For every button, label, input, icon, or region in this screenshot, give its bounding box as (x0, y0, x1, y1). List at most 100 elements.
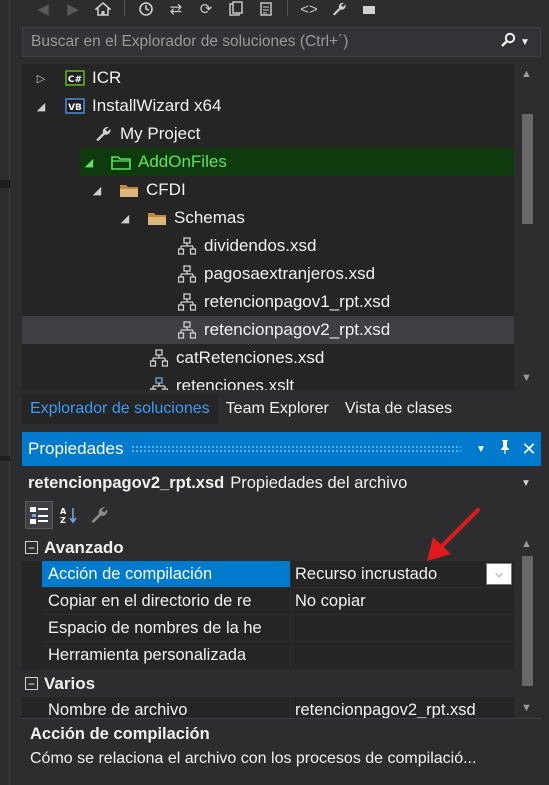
object-name: retencionpagov2_rpt.xsd (28, 473, 225, 492)
svg-text:A: A (60, 507, 67, 516)
property-value[interactable] (290, 642, 514, 669)
property-row[interactable]: Copiar en el directorio de re No copiar (22, 588, 514, 615)
properties-wrench-icon[interactable] (328, 0, 350, 18)
property-row[interactable]: Herramienta personalizada (22, 642, 514, 669)
alphabetical-sort-icon[interactable]: AZ (56, 502, 82, 528)
chevron-down-icon[interactable]: ⌵ (486, 563, 512, 585)
collapse-box-icon[interactable]: − (25, 541, 38, 554)
svg-text:C#: C# (68, 75, 82, 85)
tree-item-dividendos[interactable]: dividendos.xsd (22, 232, 514, 260)
property-value-select[interactable]: Recurso incrustado ⌵ (290, 561, 514, 588)
scroll-down-icon[interactable]: ▼ (521, 702, 532, 714)
toolbar-separator (124, 0, 125, 16)
scroll-up-icon[interactable]: ▲ (521, 538, 532, 550)
tree-item-retencionpagov1[interactable]: retencionpagov1_rpt.xsd (22, 288, 514, 316)
window-position-chevron-icon[interactable]: ▼ (469, 444, 493, 455)
search-icon[interactable] (500, 32, 516, 53)
description-text: Cómo se relaciona el archivo con los pro… (30, 750, 477, 767)
tree-item-retenciones-xslt[interactable]: retenciones.xslt (22, 372, 514, 390)
sync-icon[interactable]: ⇄ (165, 0, 187, 18)
tree-item-pagosaextranjeros[interactable]: pagosaextranjeros.xsd (22, 260, 514, 288)
search-options-chevron-icon[interactable]: ▼ (520, 37, 530, 48)
solution-explorer-toolbar: ◀ ▶ ⇄ ⟳ <> (22, 0, 549, 22)
tree-item-addonfiles[interactable]: ◢ AddOnFiles (80, 148, 514, 176)
xslt-icon (148, 377, 170, 390)
property-description: Acción de compilación Cómo se relaciona … (22, 718, 541, 785)
folder-icon (118, 181, 140, 199)
pin-icon[interactable] (493, 439, 517, 459)
folder-icon (146, 209, 168, 227)
scrollbar-thumb[interactable] (522, 556, 533, 686)
property-value[interactable]: No copiar (290, 588, 514, 615)
forward-icon[interactable]: ▶ (62, 0, 84, 18)
pending-changes-icon[interactable] (135, 0, 157, 18)
search-input[interactable]: Buscar en el Explorador de soluciones (C… (23, 33, 500, 51)
property-label[interactable]: Herramienta personalizada (42, 642, 290, 669)
tree-item-label: retencionpagov2_rpt.xsd (204, 320, 391, 339)
svg-text:Z: Z (60, 516, 66, 525)
collapse-arrow-icon[interactable]: ◢ (118, 212, 132, 225)
property-label[interactable]: Copiar en el directorio de re (42, 588, 290, 615)
object-selector[interactable]: retencionpagov2_rpt.xsd Propiedades del … (22, 468, 541, 498)
property-grid: − Avanzado Acción de compilación Recurso… (22, 534, 514, 718)
tree-item-label: Schemas (174, 208, 245, 227)
property-label[interactable]: Nombre de archivo (42, 697, 290, 719)
collapse-all-icon[interactable] (225, 0, 247, 18)
tab-solution-explorer[interactable]: Explorador de soluciones (22, 394, 218, 424)
vb-project-icon: VB (64, 97, 86, 115)
view-code-icon[interactable]: <> (298, 0, 320, 18)
tree-item-my-project[interactable]: My Project (22, 120, 514, 148)
show-all-files-icon[interactable] (255, 0, 277, 18)
xsd-schema-icon (176, 237, 198, 255)
tree-item-catretenciones[interactable]: catRetenciones.xsd (22, 344, 514, 372)
scroll-up-icon[interactable]: ▲ (521, 68, 532, 80)
tool-window-tabs: Explorador de soluciones Team Explorer V… (22, 392, 541, 424)
back-icon[interactable]: ◀ (32, 0, 54, 18)
xsd-schema-icon (176, 321, 198, 339)
tree-item-label: catRetenciones.xsd (176, 348, 325, 367)
property-row[interactable]: Espacio de nombres de la he (22, 615, 514, 642)
collapse-box-icon[interactable]: − (25, 677, 38, 690)
property-label[interactable]: Espacio de nombres de la he (42, 615, 290, 642)
refresh-icon[interactable]: ⟳ (195, 0, 217, 18)
property-label[interactable]: Acción de compilación (42, 561, 290, 588)
xsd-schema-icon (176, 265, 198, 283)
toolbar-separator (287, 0, 288, 16)
expand-arrow-icon[interactable]: ▷ (34, 72, 48, 85)
collapse-arrow-icon[interactable]: ◢ (82, 156, 96, 169)
tab-class-view[interactable]: Vista de clases (337, 394, 460, 424)
category-avanzado[interactable]: − Avanzado (22, 534, 514, 561)
scroll-down-icon[interactable]: ▼ (521, 372, 532, 384)
object-type: Propiedades del archivo (230, 473, 408, 492)
home-icon[interactable] (92, 0, 114, 18)
tree-item-retencionpagov2[interactable]: retencionpagov2_rpt.xsd (22, 316, 514, 344)
scrollbar-thumb[interactable] (522, 114, 533, 224)
tree-scrollbar[interactable]: ▲ ▼ (514, 64, 541, 390)
category-label: Avanzado (44, 537, 124, 557)
properties-title-bar[interactable]: Propiedades ▼ ✕ (22, 432, 541, 466)
property-value: Recurso incrustado (295, 564, 438, 583)
close-icon[interactable]: ✕ (517, 439, 541, 460)
property-value[interactable] (290, 615, 514, 642)
tree-item-cfdi[interactable]: ◢ CFDI (22, 176, 514, 204)
property-row[interactable]: Acción de compilación Recurso incrustado… (22, 561, 514, 588)
property-row[interactable]: Nombre de archivo retencionpagov2_rpt.xs… (22, 697, 514, 718)
category-varios[interactable]: − Varios (22, 670, 514, 697)
tree-item-label: retenciones.xslt (176, 376, 295, 390)
tree-item-installwizard[interactable]: ◢ VB InstallWizard x64 (22, 92, 514, 120)
property-grid-scrollbar[interactable]: ▲ ▼ (514, 534, 541, 718)
tree-item-schemas[interactable]: ◢ Schemas (22, 204, 514, 232)
preview-selected-icon[interactable] (358, 0, 380, 18)
svg-text:VB: VB (68, 103, 82, 113)
collapse-arrow-icon[interactable]: ◢ (90, 184, 104, 197)
categorized-icon[interactable] (25, 501, 53, 529)
tab-team-explorer[interactable]: Team Explorer (218, 394, 337, 424)
wrench-icon (92, 125, 114, 143)
solution-explorer-search[interactable]: Buscar en el Explorador de soluciones (C… (22, 27, 541, 57)
property-value[interactable]: retencionpagov2_rpt.xsd (290, 697, 514, 718)
collapse-arrow-icon[interactable]: ◢ (34, 100, 48, 113)
property-pages-icon[interactable] (86, 502, 112, 528)
chevron-down-icon[interactable]: ▼ (521, 478, 541, 489)
gutter-marker (0, 456, 10, 461)
tree-item-icr[interactable]: ▷ C# ICR (22, 64, 514, 92)
